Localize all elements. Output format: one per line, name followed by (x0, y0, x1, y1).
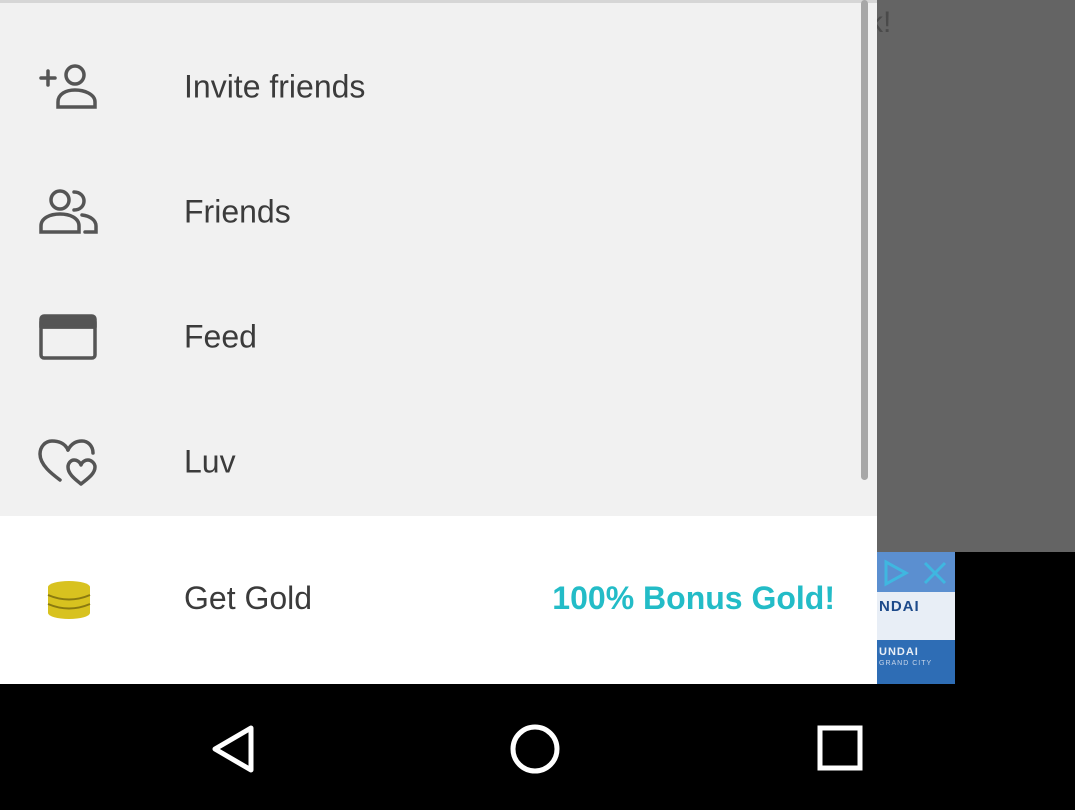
menu-item-label: Feed (184, 318, 257, 354)
system-navigation-bar (0, 684, 1075, 810)
coins-icon (47, 581, 91, 619)
menu-item-label: Invite friends (184, 68, 366, 104)
ad-text-tertiary: GRAND CITY (879, 660, 933, 667)
bonus-gold-promo: 100% Bonus Gold! (552, 580, 835, 616)
ad-choices-icon[interactable] (880, 558, 912, 588)
add-person-icon (39, 63, 97, 109)
ad-close-icon[interactable] (920, 558, 950, 588)
menu-item-invite-friends[interactable]: Invite friends (0, 24, 860, 149)
menu-item-feed[interactable]: Feed (0, 274, 860, 399)
menu-item-get-gold[interactable]: Get Gold 100% Bonus Gold! (0, 516, 877, 684)
recents-icon[interactable] (804, 714, 874, 784)
menu-item-label: Friends (184, 193, 291, 229)
drawer-scrollbar[interactable] (861, 0, 868, 480)
menu-item-label: Luv (184, 443, 236, 479)
hearts-icon (38, 438, 97, 486)
get-gold-label: Get Gold (184, 580, 313, 616)
home-icon[interactable] (500, 714, 570, 784)
ad-text-secondary: UNDAI (879, 646, 919, 658)
ad-text: NDAI (879, 598, 920, 615)
back-icon[interactable] (199, 714, 269, 784)
drawer-top-divider (0, 0, 877, 3)
navigation-drawer: Invite friends Friends Feed Luv (0, 0, 877, 516)
people-icon (39, 188, 98, 234)
feed-icon (39, 313, 97, 360)
menu-item-luv[interactable]: Luv (0, 399, 860, 524)
menu-item-friends[interactable]: Friends (0, 149, 860, 274)
